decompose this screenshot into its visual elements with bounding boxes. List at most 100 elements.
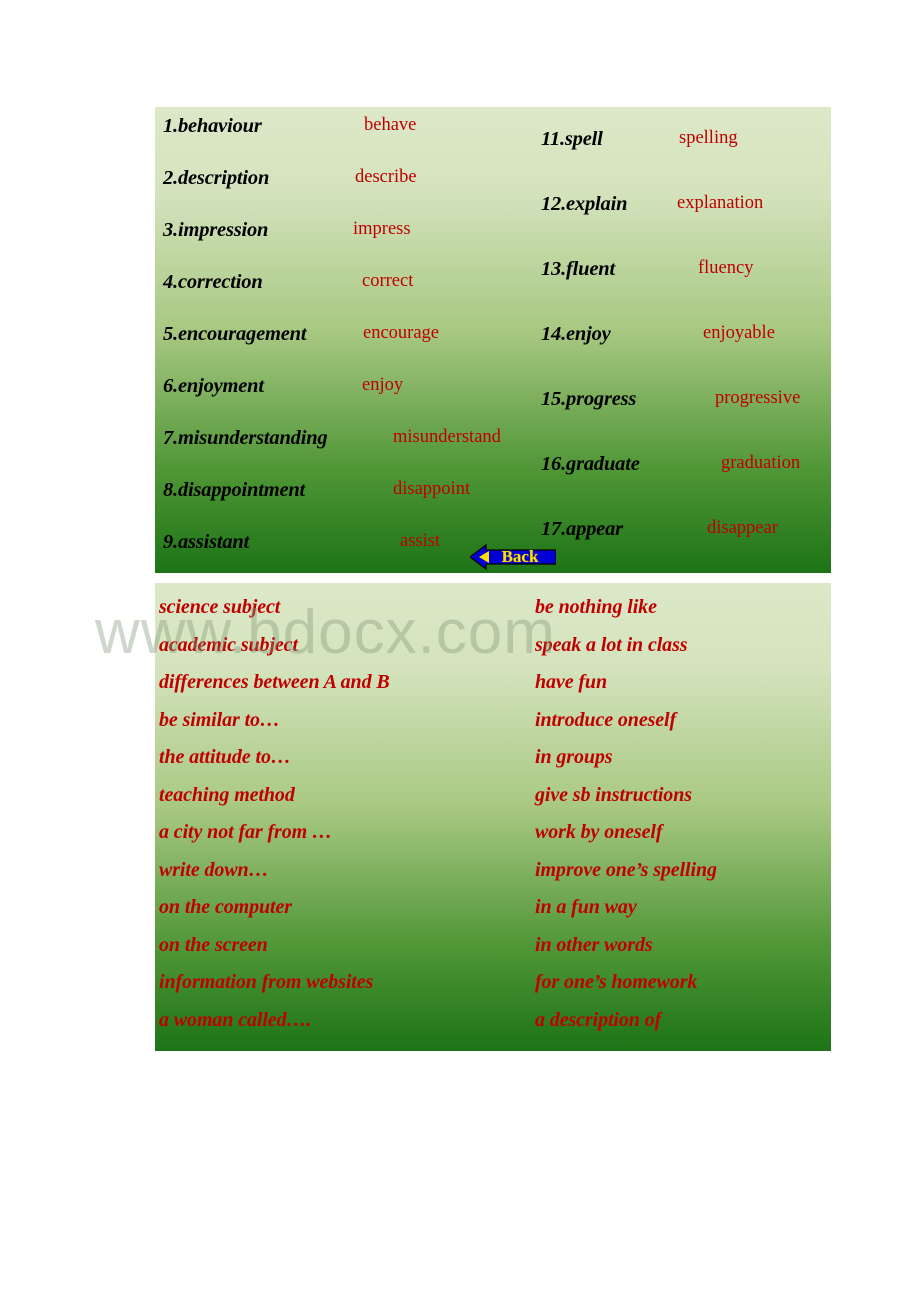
word-form-row: 4.correction correct	[155, 263, 535, 315]
phrase-row: be nothing like	[535, 589, 831, 627]
phrase-row: in a fun way	[535, 889, 831, 927]
word-form-row: 1.behaviour behave	[155, 107, 535, 159]
phrase-text: be nothing like	[535, 596, 657, 618]
word-form-base: 13.fluent	[541, 258, 615, 280]
phrase-row: write down…	[159, 852, 535, 890]
phrase-row: speak a lot in class	[535, 627, 831, 665]
phrase-text: academic subject	[159, 633, 298, 656]
phrase-text: improve one’s spelling	[535, 858, 717, 881]
phrase-columns: science subject academic subject differe…	[155, 583, 831, 1051]
phrase-text: the attitude to…	[159, 746, 291, 768]
word-form-row: 14.enjoy enjoyable	[535, 302, 831, 367]
phrase-text: be similar to…	[159, 708, 280, 731]
phrase-text: information from websites	[159, 971, 374, 993]
phrase-column-right: be nothing like speak a lot in class hav…	[535, 589, 831, 1051]
word-form-row: 2.description describe	[155, 159, 535, 211]
phrase-row: differences between A and B	[159, 664, 535, 702]
word-form-base: 17.appear	[541, 518, 623, 540]
back-button[interactable]: Back	[470, 543, 556, 571]
word-form-derived: behave	[364, 115, 417, 135]
word-form-derived: describe	[355, 167, 417, 187]
word-form-base: 5.encouragement	[163, 323, 307, 345]
phrase-row: be similar to…	[159, 702, 535, 740]
phrase-row: improve one’s spelling	[535, 852, 831, 890]
phrase-column-left: science subject academic subject differe…	[159, 589, 535, 1051]
phrase-row: the attitude to…	[159, 739, 535, 777]
phrase-text: on the computer	[159, 896, 292, 918]
word-form-derived: enjoyable	[703, 323, 775, 343]
phrase-row: a city not far from …	[159, 814, 535, 852]
phrase-row: work by oneself	[535, 814, 831, 852]
phrase-row: a description of	[535, 1002, 831, 1040]
word-form-derived: spelling	[679, 128, 738, 148]
phrase-text: speak a lot in class	[535, 633, 688, 656]
phrase-row: academic subject	[159, 627, 535, 665]
word-form-base: 9.assistant	[163, 531, 250, 553]
phrase-row: a woman called….	[159, 1002, 535, 1040]
phrase-row: science subject	[159, 589, 535, 627]
word-form-derived: disappear	[707, 518, 778, 538]
word-form-base: 8.disappointment	[163, 479, 306, 501]
phrase-text: for one’s homework	[535, 971, 698, 993]
word-form-row: 15.progress progressive	[535, 367, 831, 432]
word-form-base: 4.correction	[163, 271, 263, 293]
back-arrow-shape	[470, 543, 556, 571]
word-form-column-left: 1.behaviour behave 2.description describ…	[155, 107, 535, 573]
word-form-row: 12.explain explanation	[535, 172, 831, 237]
phrase-row: have fun	[535, 664, 831, 702]
word-form-derived: misunderstand	[393, 427, 501, 447]
phrase-row: introduce oneself	[535, 702, 831, 740]
word-form-row: 7.misunderstanding misunderstand	[155, 419, 535, 471]
word-form-derived: enjoy	[362, 375, 404, 395]
word-form-base: 1.behaviour	[163, 115, 262, 137]
word-form-row: 5.encouragement encourage	[155, 315, 535, 367]
word-form-derived: assist	[400, 531, 441, 551]
phrase-text: a woman called….	[159, 1008, 312, 1031]
word-form-row: 11.spell spelling	[535, 107, 831, 172]
word-form-row: 6.enjoyment enjoy	[155, 367, 535, 419]
word-form-row: 13.fluent fluency	[535, 237, 831, 302]
word-form-row: 16.graduate graduation	[535, 432, 831, 497]
phrase-text: a city not far from …	[159, 821, 332, 843]
phrase-text: in groups	[535, 746, 613, 768]
phrase-text: write down…	[159, 858, 269, 881]
word-form-base: 15.progress	[541, 388, 637, 410]
phrase-row: in other words	[535, 927, 831, 965]
phrase-text: on the screen	[159, 933, 268, 956]
phrase-row: for one’s homework	[535, 964, 831, 1002]
word-form-derived: encourage	[363, 323, 440, 343]
word-form-base: 14.enjoy	[541, 323, 611, 345]
phrase-text: have fun	[535, 671, 607, 693]
phrase-text: teaching method	[159, 783, 295, 806]
phrase-text: introduce oneself	[535, 708, 677, 731]
slide-useful-phrases: science subject academic subject differe…	[155, 583, 831, 1051]
word-form-derived: disappoint	[393, 479, 471, 499]
phrase-text: in a fun way	[535, 896, 637, 918]
word-form-derived: impress	[353, 219, 411, 239]
word-form-derived: correct	[362, 271, 414, 291]
document-page: 1.behaviour behave 2.description describ…	[0, 0, 920, 1302]
word-form-base: 16.graduate	[541, 453, 640, 475]
word-form-derived: explanation	[677, 193, 764, 213]
word-form-base: 12.explain	[541, 193, 628, 215]
word-form-row: 17.appear disappear	[535, 497, 831, 562]
phrase-text: in other words	[535, 933, 653, 956]
word-form-row: 18.different difference	[535, 562, 831, 573]
word-form-derived: graduation	[721, 453, 801, 473]
phrase-text: work by oneself	[535, 821, 663, 843]
phrase-row: give sb instructions	[535, 777, 831, 815]
phrase-row: in groups	[535, 739, 831, 777]
word-form-row: 8.disappointment disappoint	[155, 471, 535, 523]
phrase-text: give sb instructions	[535, 783, 692, 806]
phrase-text: differences between A and B	[159, 671, 390, 693]
word-form-row: 3.impression impress	[155, 211, 535, 263]
phrase-text: a description of	[535, 1008, 662, 1031]
word-form-derived: progressive	[715, 388, 801, 408]
phrase-row: teaching method	[159, 777, 535, 815]
phrase-row: on the computer	[159, 889, 535, 927]
word-form-base: 11.spell	[541, 128, 603, 150]
word-form-base: 2.description	[163, 167, 270, 189]
word-form-base: 3.impression	[163, 219, 269, 241]
phrase-row: information from websites	[159, 964, 535, 1002]
word-form-base: 6.enjoyment	[163, 375, 264, 397]
